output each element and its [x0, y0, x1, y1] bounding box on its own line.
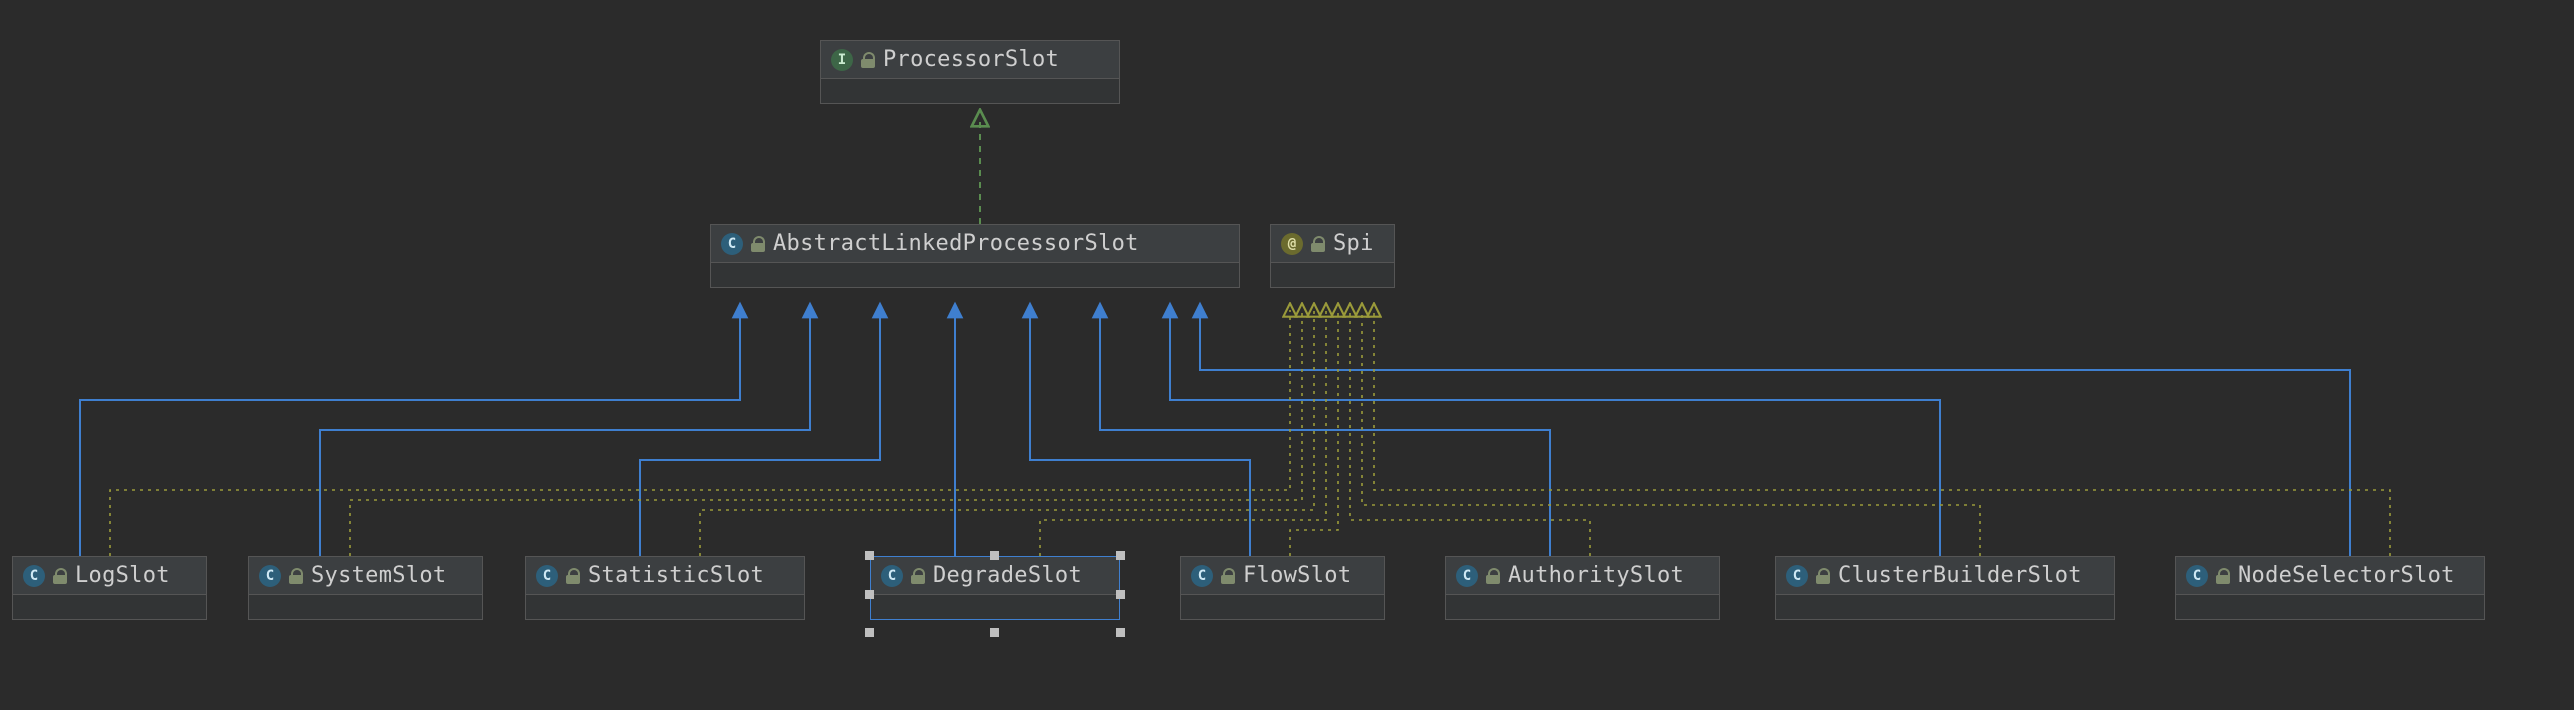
node-abstract-linked-processor-slot[interactable]: C AbstractLinkedProcessorSlot: [710, 224, 1240, 288]
lock-icon: [911, 568, 925, 584]
node-body: [1181, 595, 1384, 619]
edge-statistic-abstract: [640, 310, 880, 556]
node-body: [13, 595, 206, 619]
edge-degrade-spi: [1040, 310, 1326, 556]
node-title: StatisticSlot: [588, 563, 764, 588]
edge-nodeselector-abstract: [1200, 310, 2350, 556]
selection-handle[interactable]: [865, 551, 874, 560]
node-header: C LogSlot: [13, 557, 206, 595]
lock-icon: [2216, 568, 2230, 584]
node-body: [249, 595, 482, 619]
lock-icon: [53, 568, 67, 584]
annotation-icon: @: [1281, 233, 1303, 255]
class-icon: C: [2186, 565, 2208, 587]
node-header: C FlowSlot: [1181, 557, 1384, 595]
selection-handle[interactable]: [990, 551, 999, 560]
node-title: ClusterBuilderSlot: [1838, 563, 2082, 588]
node-title: NodeSelectorSlot: [2238, 563, 2455, 588]
node-flow-slot[interactable]: C FlowSlot: [1180, 556, 1385, 620]
node-header: C NodeSelectorSlot: [2176, 557, 2484, 595]
edge-authority-spi: [1350, 310, 1590, 556]
selection-handle[interactable]: [990, 628, 999, 637]
node-body: [711, 263, 1239, 287]
uml-canvas[interactable]: I ProcessorSlot C AbstractLinkedProcesso…: [0, 0, 2574, 710]
node-node-selector-slot[interactable]: C NodeSelectorSlot: [2175, 556, 2485, 620]
node-spi[interactable]: @ Spi: [1270, 224, 1395, 288]
class-icon: C: [1786, 565, 1808, 587]
edge-statistic-spi: [700, 310, 1314, 556]
node-system-slot[interactable]: C SystemSlot: [248, 556, 483, 620]
lock-icon: [861, 52, 875, 68]
node-header: C AbstractLinkedProcessorSlot: [711, 225, 1239, 263]
class-icon: C: [536, 565, 558, 587]
node-body: [1446, 595, 1719, 619]
class-icon: C: [721, 233, 743, 255]
edge-system-abstract: [320, 310, 810, 556]
class-icon: C: [1456, 565, 1478, 587]
node-title: FlowSlot: [1243, 563, 1351, 588]
edge-authority-abstract: [1100, 310, 1550, 556]
node-body: [871, 595, 1119, 619]
node-body: [1776, 595, 2114, 619]
node-header: C ClusterBuilderSlot: [1776, 557, 2114, 595]
node-title: ProcessorSlot: [883, 47, 1059, 72]
edge-cluster-spi: [1362, 310, 1980, 556]
node-cluster-builder-slot[interactable]: C ClusterBuilderSlot: [1775, 556, 2115, 620]
node-title: LogSlot: [75, 563, 170, 588]
lock-icon: [566, 568, 580, 584]
node-authority-slot[interactable]: C AuthoritySlot: [1445, 556, 1720, 620]
edge-nodeselector-spi: [1374, 310, 2390, 556]
node-body: [2176, 595, 2484, 619]
class-icon: C: [881, 565, 903, 587]
edge-log-abstract: [80, 310, 740, 556]
lock-icon: [751, 236, 765, 252]
selection-handle[interactable]: [865, 628, 874, 637]
node-degrade-slot[interactable]: C DegradeSlot: [870, 556, 1120, 620]
class-icon: C: [1191, 565, 1213, 587]
class-icon: C: [23, 565, 45, 587]
lock-icon: [1486, 568, 1500, 584]
edge-flow-abstract: [1030, 310, 1250, 556]
node-title: AbstractLinkedProcessorSlot: [773, 231, 1139, 256]
node-header: @ Spi: [1271, 225, 1394, 263]
lock-icon: [1221, 568, 1235, 584]
lock-icon: [1311, 236, 1325, 252]
selection-handle[interactable]: [1116, 551, 1125, 560]
node-title: AuthoritySlot: [1508, 563, 1684, 588]
node-processor-slot[interactable]: I ProcessorSlot: [820, 40, 1120, 104]
node-title: DegradeSlot: [933, 563, 1082, 588]
edge-flow-spi: [1290, 310, 1338, 556]
node-title: SystemSlot: [311, 563, 446, 588]
node-body: [1271, 263, 1394, 287]
node-header: C DegradeSlot: [871, 557, 1119, 595]
selection-handle[interactable]: [1116, 628, 1125, 637]
selection-handle[interactable]: [865, 590, 874, 599]
class-icon: C: [259, 565, 281, 587]
node-body: [526, 595, 804, 619]
node-body: [821, 79, 1119, 103]
node-title: Spi: [1333, 231, 1374, 256]
node-log-slot[interactable]: C LogSlot: [12, 556, 207, 620]
node-header: C StatisticSlot: [526, 557, 804, 595]
edge-system-spi: [350, 310, 1302, 556]
node-header: C AuthoritySlot: [1446, 557, 1719, 595]
node-statistic-slot[interactable]: C StatisticSlot: [525, 556, 805, 620]
edge-log-spi: [110, 310, 1290, 556]
lock-icon: [1816, 568, 1830, 584]
interface-icon: I: [831, 49, 853, 71]
selection-handle[interactable]: [1116, 590, 1125, 599]
node-header: I ProcessorSlot: [821, 41, 1119, 79]
lock-icon: [289, 568, 303, 584]
node-header: C SystemSlot: [249, 557, 482, 595]
edge-cluster-abstract: [1170, 310, 1940, 556]
